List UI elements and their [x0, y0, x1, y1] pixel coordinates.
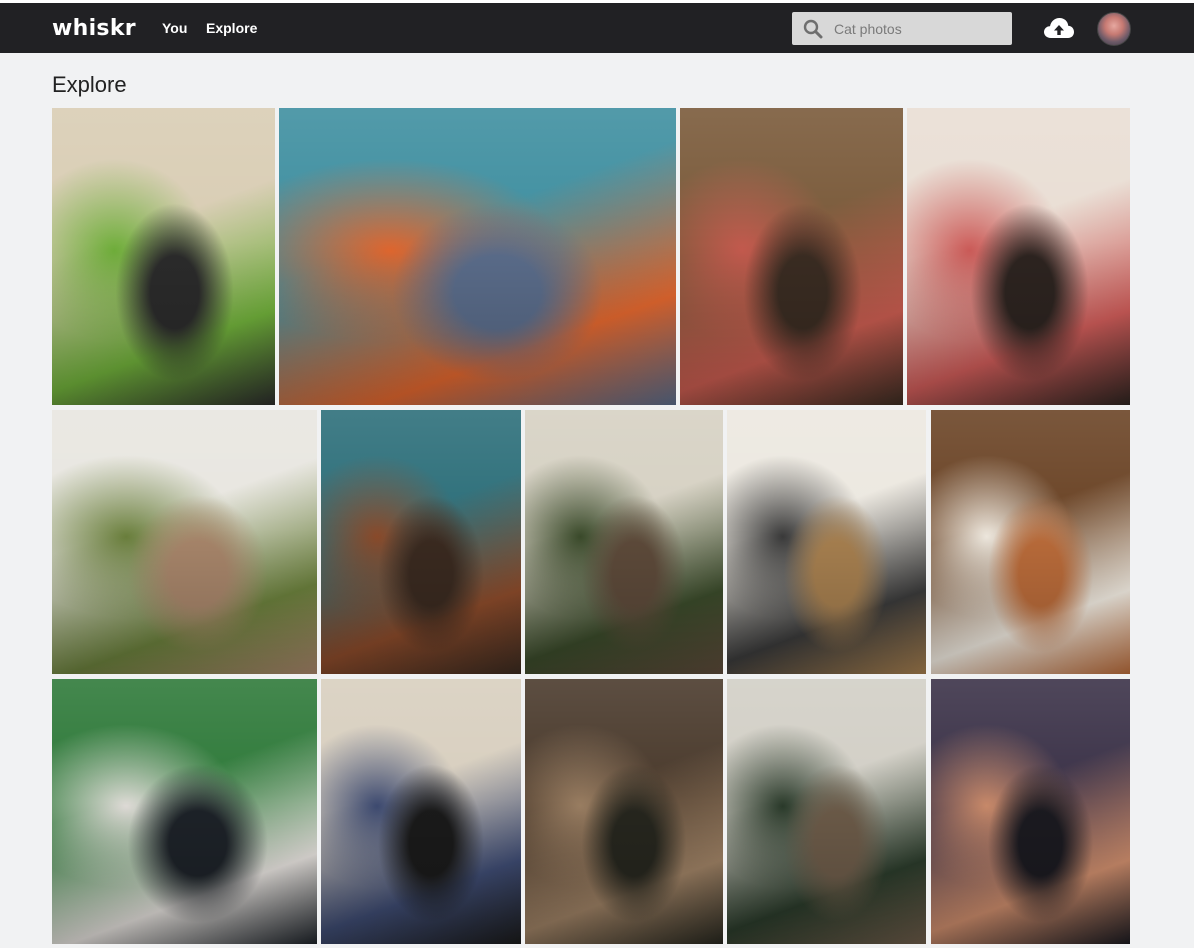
- search-box[interactable]: [792, 12, 1012, 45]
- search-input[interactable]: [834, 12, 1004, 45]
- photo-cat-sniffing-plant[interactable]: [727, 410, 926, 674]
- photo-shading: [52, 410, 317, 674]
- photo-shading: [321, 679, 521, 944]
- cloud-upload-icon[interactable]: [1043, 16, 1075, 40]
- page-title: Explore: [52, 72, 127, 97]
- top-navbar: whiskr You Explore: [0, 3, 1194, 53]
- nav-explore[interactable]: Explore: [206, 20, 257, 36]
- photo-shading: [931, 410, 1130, 674]
- photo-cat-in-window[interactable]: [727, 679, 926, 944]
- photo-shading: [52, 108, 275, 405]
- photo-cat-on-floor-cluttered-room[interactable]: [525, 679, 723, 944]
- photo-cat-on-blue-bed[interactable]: [279, 108, 676, 405]
- photo-shading: [321, 410, 521, 674]
- nav-you[interactable]: You: [162, 20, 187, 36]
- photo-shading: [52, 679, 317, 944]
- photo-shading: [907, 108, 1130, 405]
- photo-cat-on-floral-sofa[interactable]: [931, 679, 1130, 944]
- photo-cat-and-dog-on-wood-floor[interactable]: [931, 410, 1130, 674]
- photo-cat-by-window-plants[interactable]: [52, 410, 317, 674]
- photo-cat-behind-plant[interactable]: [52, 108, 275, 405]
- user-avatar[interactable]: [1097, 12, 1131, 46]
- search-icon: [803, 19, 823, 39]
- photo-shading: [931, 679, 1130, 944]
- photo-shading: [727, 410, 926, 674]
- photo-shading: [727, 679, 926, 944]
- photo-cat-at-teal-desk[interactable]: [321, 410, 521, 674]
- photo-cat-on-table-green-door[interactable]: [52, 679, 317, 944]
- photo-plant-by-window[interactable]: [525, 410, 723, 674]
- photo-shading: [279, 108, 676, 405]
- photo-cat-on-blanket-sofa[interactable]: [321, 679, 521, 944]
- photo-shading: [525, 679, 723, 944]
- photo-shading: [680, 108, 903, 405]
- photo-cat-and-dog-on-red-rug[interactable]: [680, 108, 903, 405]
- photo-shading: [525, 410, 723, 674]
- logo[interactable]: whiskr: [52, 16, 136, 41]
- photo-cat-and-dog-on-patterned-rug[interactable]: [907, 108, 1130, 405]
